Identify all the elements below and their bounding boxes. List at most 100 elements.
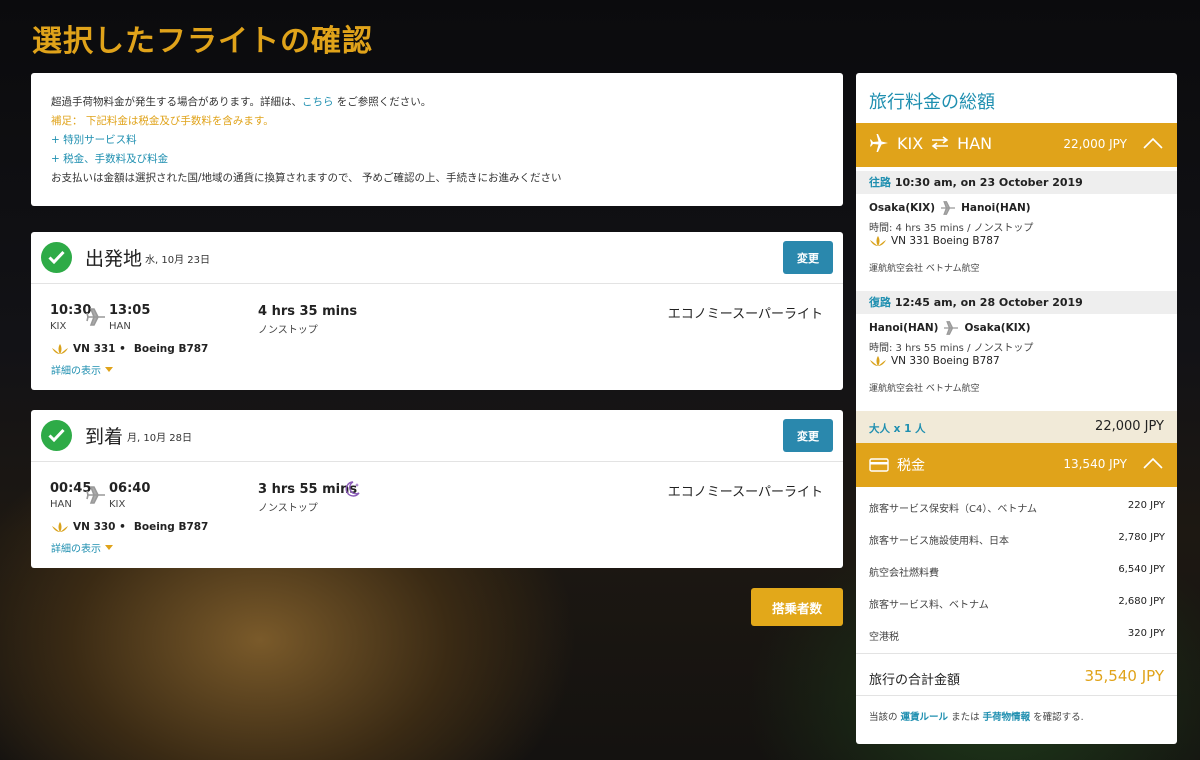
- check-icon: [41, 242, 72, 273]
- tax-row: 空港税 320 JPY: [869, 628, 1165, 643]
- tax-name: 旅客サービス料、ベトナム: [869, 600, 989, 611]
- dep-code: HAN: [50, 499, 72, 510]
- fare-class: エコノミースーパーライト: [667, 307, 823, 322]
- arr-time: 13:05: [109, 303, 151, 318]
- chevron-up-icon[interactable]: [1143, 137, 1163, 149]
- change-outbound-button[interactable]: 変更: [783, 241, 833, 274]
- currency-notice: お支払いは金額は選択された国/地域の通貨に換算されますので、 予めご確認の上、手…: [51, 172, 562, 184]
- special-service-link[interactable]: + 特別サービス料: [51, 131, 823, 150]
- plane-icon: [86, 486, 105, 504]
- swap-icon: [931, 136, 949, 150]
- total-label: 旅行の合計金額: [869, 673, 961, 688]
- fare-class: エコノミースーパーライト: [667, 485, 823, 500]
- tax-name: 旅客サービス保安料（C4）、ベトナム: [869, 504, 1038, 515]
- note-text: 当該の: [869, 712, 901, 723]
- return-time: 時間: 3 hrs 55 mins / ノンストップ: [869, 343, 1034, 354]
- plane-icon: [86, 308, 105, 326]
- outbound-header: 出発地 水, 10月 23日 変更: [31, 232, 843, 284]
- tax-name: 旅客サービス施設使用料、日本: [869, 536, 1009, 547]
- arr-code: KIX: [109, 499, 126, 510]
- aircraft: Boeing B787: [133, 343, 209, 355]
- tax-name: 空港税: [869, 632, 899, 643]
- arr-code: HAN: [109, 321, 131, 332]
- passengers-button[interactable]: 搭乗者数: [751, 588, 843, 626]
- duration: 4 hrs 35 mins: [258, 304, 358, 319]
- outbound-operator: 運航航空会社 ベトナム航空: [869, 264, 980, 274]
- return-operator: 運航航空会社 ベトナム航空: [869, 384, 980, 394]
- outbound-segment-header: 往路 10:30 am, on 23 October 2019: [856, 171, 1177, 194]
- outbound-time: 時間: 4 hrs 35 mins / ノンストップ: [869, 223, 1034, 234]
- outbound-date: 水, 10月 23日: [145, 255, 210, 266]
- flight-number: VN 331 •: [73, 343, 126, 355]
- inbound-date: 月, 10月 28日: [127, 433, 192, 444]
- fare-summary-card: 旅行料金の総額 KIX HAN 22,000 JPY 往路 10:30 am, …: [856, 73, 1177, 744]
- overnight-moon-icon: [345, 481, 360, 497]
- tax-value: 2,780 JPY: [1118, 532, 1165, 543]
- lotus-icon: [52, 344, 68, 354]
- tax-row: 航空会社燃料費 6,540 JPY: [869, 564, 1165, 579]
- outbound-flight-card: 出発地 水, 10月 23日 変更 10:30 KIX 13:05 HAN 4 …: [31, 232, 843, 390]
- credit-card-icon: [869, 458, 889, 472]
- route-from: KIX: [897, 133, 924, 153]
- tax-value: 320 JPY: [1127, 628, 1165, 639]
- here-link[interactable]: こちら: [302, 96, 334, 108]
- route-destination: Hanoi(HAN): [961, 202, 1031, 214]
- summary-title: 旅行料金の総額: [869, 92, 995, 113]
- baggage-info-link[interactable]: 手荷物情報: [983, 712, 1031, 723]
- lotus-icon: [870, 356, 886, 366]
- divider: [856, 653, 1177, 654]
- flight-number: VN 330 •: [73, 521, 126, 533]
- chevron-up-icon[interactable]: [1143, 457, 1163, 469]
- flight-number: VN 331 Boeing B787: [891, 235, 1000, 247]
- return-flight: VN 330 Boeing B787: [869, 355, 1000, 367]
- details-label[interactable]: 詳細の表示: [51, 362, 101, 377]
- aircraft: Boeing B787: [133, 521, 209, 533]
- baggage-notice: 超過手荷物料金が発生する場合があります。詳細は、こちら をご参照ください。: [51, 93, 823, 112]
- taxes-fees-link[interactable]: + 税金、手数料及び料金: [51, 150, 823, 169]
- route-origin: Osaka(KIX): [869, 202, 936, 214]
- page-title: 選択したフライトの確認: [32, 24, 373, 59]
- adult-amount: 22,000 JPY: [1095, 419, 1164, 434]
- details-link[interactable]: 詳細の表示: [51, 362, 113, 377]
- inbound-flight-card: 到着 月, 10月 28日 変更 00:45 HAN 06:40 KIX 3 h…: [31, 410, 843, 568]
- tax-amount: 13,540 JPY: [1063, 457, 1127, 471]
- tax-value: 6,540 JPY: [1118, 564, 1165, 575]
- route-bar[interactable]: KIX HAN 22,000 JPY: [856, 123, 1177, 167]
- tax-bar[interactable]: 税金 13,540 JPY: [856, 443, 1177, 487]
- stops: ノンストップ: [258, 325, 318, 336]
- outbound-tag: 往路: [869, 176, 891, 189]
- inbound-header: 到着 月, 10月 28日 変更: [31, 410, 843, 462]
- lotus-icon: [52, 522, 68, 532]
- tax-value: 2,680 JPY: [1118, 596, 1165, 607]
- total-amount: 35,540 JPY: [1084, 667, 1164, 685]
- divider: [856, 695, 1177, 696]
- arr-time: 06:40: [109, 481, 151, 496]
- chevron-down-icon: [105, 367, 113, 372]
- details-label[interactable]: 詳細の表示: [51, 540, 101, 555]
- adult-label: 大人 x 1 人: [869, 423, 926, 435]
- baggage-text: 超過手荷物料金が発生する場合があります。詳細は、: [51, 96, 302, 108]
- outbound-label: 出発地: [85, 248, 143, 270]
- details-link[interactable]: 詳細の表示: [51, 540, 113, 555]
- plane-icon: [941, 201, 956, 215]
- note-text: を確認する.: [1030, 712, 1084, 723]
- route-destination: Osaka(KIX): [964, 322, 1031, 334]
- return-when: 12:45 am, on 28 October 2019: [894, 296, 1083, 309]
- route-to: HAN: [957, 133, 993, 153]
- dep-code: KIX: [50, 321, 67, 332]
- info-card: 超過手荷物料金が発生する場合があります。詳細は、こちら をご参照ください。 補足…: [31, 73, 843, 206]
- outbound-route: Osaka(KIX) Hanoi(HAN): [869, 201, 1031, 215]
- stops: ノンストップ: [258, 503, 318, 514]
- inbound-label: 到着: [85, 426, 124, 448]
- fare-rules-link[interactable]: 運賃ルール: [901, 712, 949, 723]
- route-amount: 22,000 JPY: [1063, 137, 1127, 151]
- tax-row: 旅客サービス施設使用料、日本 2,780 JPY: [869, 532, 1165, 547]
- plane-icon: [944, 321, 959, 335]
- change-inbound-button[interactable]: 変更: [783, 419, 833, 452]
- return-route: Hanoi(HAN) Osaka(KIX): [869, 321, 1031, 335]
- flight-number: VN 330 Boeing B787: [891, 355, 1000, 367]
- note-text: または: [948, 712, 983, 723]
- lotus-icon: [870, 236, 886, 246]
- tax-row: 旅客サービス料、ベトナム 2,680 JPY: [869, 596, 1165, 611]
- flight-info: VN 330 • Boeing B787: [51, 521, 208, 533]
